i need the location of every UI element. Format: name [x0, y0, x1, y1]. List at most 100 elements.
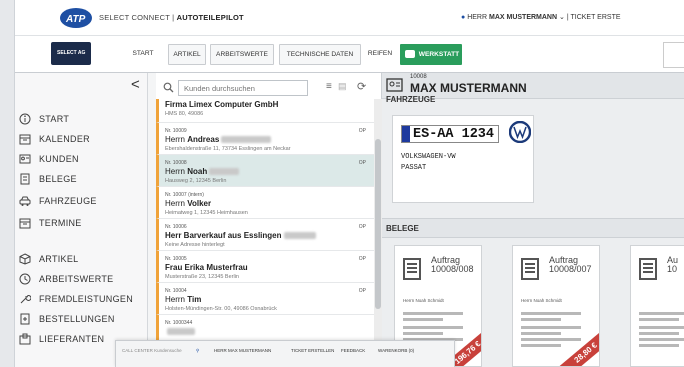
nav-werkstatt[interactable]: WERKSTATT — [400, 44, 462, 65]
nav-arbeitswerte[interactable]: ARBEITSWERTE — [210, 44, 274, 65]
customer-row[interactable]: Nr. 10004 OP Herrn Tim Holsten-Mündingen-St… — [156, 283, 382, 315]
document-line — [403, 318, 443, 321]
open-items-badge: OP — [358, 288, 366, 294]
document-number: 10 — [667, 264, 678, 274]
refresh-icon[interactable]: ⟳ — [357, 80, 366, 93]
vehicle-card[interactable]: ES-AA 1234 VOLKSWAGEN-VW PASSAT — [392, 115, 534, 203]
user-prefix: HERR — [467, 14, 488, 21]
search-icon[interactable]: ⚲ — [196, 348, 199, 354]
search-icon[interactable] — [163, 82, 174, 93]
search-bar: ≡ ▤ ⟳ — [156, 78, 382, 98]
name-text: Noah — [187, 167, 208, 176]
redacted-text — [221, 136, 272, 144]
shop-logo[interactable]: SELECT AG — [51, 42, 91, 65]
document-recipient: Herrn Noah Schmidt — [403, 298, 444, 303]
sidebar-item-belege[interactable]: BELEGE — [15, 171, 148, 189]
document-line — [403, 332, 443, 335]
name-text: Firma Limex Computer GmbH — [165, 100, 279, 109]
amount-ribbon: 28,80 € — [554, 325, 599, 366]
collapse-sidebar-icon[interactable]: < — [131, 76, 140, 93]
name-text: Volker — [187, 199, 212, 208]
box-icon — [19, 253, 31, 265]
sidebar-item-kunden[interactable]: KUNDEN — [15, 151, 148, 169]
document-icon — [521, 258, 539, 280]
customer-number: Nr. 10008 — [165, 160, 187, 166]
customer-address: Heimatweg 1, 12345 Heimhausen — [165, 210, 248, 216]
sidebar-item-label: LIEFERANTEN — [39, 334, 105, 344]
document-line — [521, 338, 581, 341]
license-plate: ES-AA 1234 — [401, 125, 499, 143]
sidebar-item-termine[interactable]: TERMINE — [15, 215, 148, 233]
document-icon — [403, 258, 421, 280]
vehicle-make: VOLKSWAGEN-VW — [401, 153, 456, 161]
document-card[interactable]: Au 10 — [630, 245, 684, 367]
name-prefix: Herrn — [165, 135, 186, 144]
nav-technische-daten[interactable]: TECHNISCHE DATEN — [279, 44, 361, 65]
document-line — [403, 312, 463, 315]
document-title: Au 10 — [667, 256, 678, 274]
nav-artikel[interactable]: ARTIKEL — [168, 44, 206, 65]
sidebar-item-kalender[interactable]: KALENDER — [15, 131, 148, 149]
customer-name: Herr Barverkauf aus Esslingen — [165, 231, 316, 240]
list-scrollbar[interactable] — [374, 99, 382, 367]
list-view-icon[interactable]: ≡ — [326, 81, 332, 92]
customer-search-input[interactable] — [178, 80, 308, 96]
sidebar-item-fahrzeuge[interactable]: FAHRZEUGE — [15, 193, 148, 211]
open-items-badge: OP — [358, 128, 366, 134]
card-view-icon[interactable]: ▤ — [338, 81, 347, 92]
sidebar-item-label: KALENDER — [39, 134, 90, 144]
svg-text:ATP: ATP — [65, 14, 86, 25]
sidebar-item-label: KUNDEN — [39, 154, 79, 164]
call-center-search[interactable]: CALL CENTER Kundensuche — [122, 348, 182, 353]
brand-name: AUTOTEILEPILOT — [176, 13, 244, 22]
customer-row[interactable]: Firma Limex Computer GmbH HMS 80, 49086 — [156, 99, 382, 123]
app-window: ATP SELECT CONNECT | AUTOTEILEPILOT ● HE… — [14, 0, 684, 367]
open-items-badge: OP — [358, 224, 366, 230]
user-menu[interactable]: ● HERR MAX MUSTERMANN ⌄ | TICKET ERSTE — [461, 13, 621, 21]
calendar-icon — [19, 218, 31, 229]
user-name: MAX MUSTERMANN — [488, 14, 558, 21]
name-prefix: Herrn — [165, 199, 186, 208]
customer-row[interactable]: Nr. 10007 (intern) Herrn Volker Heimatweg … — [156, 187, 382, 219]
redacted-text — [209, 168, 240, 176]
customer-row[interactable]: Nr. 10008 OP Herrn Noah Hausweg 2, 12345 Be… — [156, 155, 382, 187]
document-card[interactable]: Auftrag 10008/007 Herrn Noah Schmidt 28,80 … — [512, 245, 600, 367]
customer-list: ≡ ▤ ⟳ Firma Limex Computer GmbH HMS 80, 4… — [156, 73, 382, 367]
sidebar-item-start[interactable]: START — [15, 111, 148, 129]
document-title: Auftrag 10008/008 — [431, 256, 474, 274]
footer-ticket[interactable]: TICKET ERSTELLEN — [291, 348, 334, 353]
nav-start[interactable]: START — [126, 44, 160, 65]
ticket-link[interactable]: TICKET ERSTE — [570, 14, 620, 21]
customer-number: Nr. 10009 — [165, 128, 187, 134]
sidebar-item-artikel[interactable]: ARTIKEL — [15, 251, 148, 269]
sidebar-item-label: BELEGE — [39, 174, 77, 184]
customer-name: Herrn Noah — [165, 167, 240, 176]
customer-name: MAX MUSTERMANN — [410, 81, 527, 95]
document-line — [639, 332, 679, 335]
customer-row[interactable]: Nr. 10006 OP Herr Barverkauf aus Esslingen… — [156, 219, 382, 251]
brand-title: SELECT CONNECT | AUTOTEILEPILOT — [99, 13, 244, 22]
customer-number: Nr. 10007 (intern) — [165, 192, 204, 198]
open-items-badge: OP — [358, 256, 366, 262]
sidebar-item-bestellungen[interactable]: BESTELLUNGEN — [15, 311, 148, 329]
nav-overflow[interactable] — [663, 42, 684, 68]
document-number: 10008/008 — [431, 264, 474, 274]
car-icon — [19, 196, 31, 206]
footer-bar: CALL CENTER Kundensuche ⚲ HERR MAX MUSTE… — [115, 340, 455, 367]
document-icon — [639, 258, 657, 280]
customer-name: Herrn Tim — [165, 295, 201, 304]
document-line — [639, 338, 684, 341]
footer-cart[interactable]: WARENKORB (0) — [378, 348, 414, 353]
sidebar-item-label: START — [39, 114, 70, 124]
footer-user[interactable]: HERR MAX MUSTERMANN — [214, 348, 271, 353]
customer-number: Nr. 10006 — [165, 224, 187, 230]
main-nav: SELECT AG START ARTIKEL ARBEITSWERTE TEC… — [15, 36, 684, 73]
customer-row[interactable]: Nr. 10009 OP Herrn Andreas Ebershaldenstraß… — [156, 123, 382, 155]
nav-reifen[interactable]: REIFEN — [365, 44, 395, 65]
sidebar-item-arbeitswerte[interactable]: ARBEITSWERTE — [15, 271, 148, 289]
document-line — [521, 344, 561, 347]
customer-row[interactable]: Nr. 10005 OP Frau Erika Musterfrau Musterst… — [156, 251, 382, 283]
sidebar-item-fremdleistungen[interactable]: FREMDLEISTUNGEN — [15, 291, 148, 309]
customer-address: HMS 80, 49086 — [165, 111, 204, 117]
footer-feedback[interactable]: FEEDBACK — [341, 348, 365, 353]
